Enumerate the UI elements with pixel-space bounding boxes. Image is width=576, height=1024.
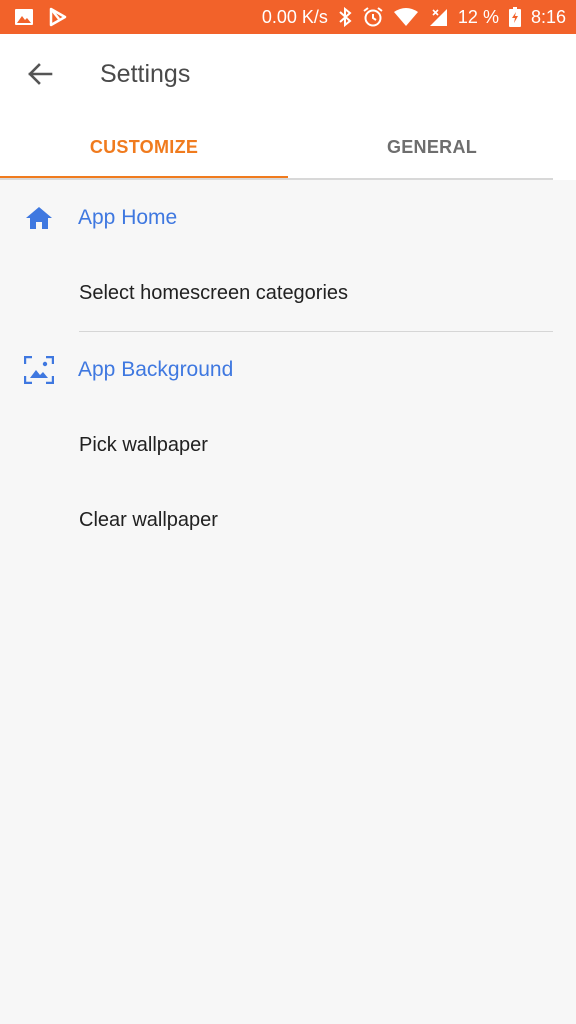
section-app-background: App Background: [0, 332, 576, 408]
arrow-left-icon: [27, 61, 53, 87]
clear-wallpaper[interactable]: Clear wallpaper: [0, 483, 576, 558]
home-icon: [0, 205, 78, 231]
section-title: App Home: [78, 206, 178, 229]
section-title: App Background: [78, 358, 234, 381]
pick-wallpaper[interactable]: Pick wallpaper: [0, 408, 576, 483]
signal-icon: [428, 7, 448, 27]
tab-bar: CUSTOMIZE GENERAL: [0, 114, 576, 180]
app-bar: Settings: [0, 34, 576, 114]
wallpaper-icon: [0, 356, 78, 384]
tab-general[interactable]: GENERAL: [288, 114, 576, 180]
tab-customize[interactable]: CUSTOMIZE: [0, 114, 288, 180]
settings-list: App Home Select homescreen categories Ap…: [0, 180, 576, 558]
bluetooth-icon: [338, 7, 352, 27]
battery-percent: 12 %: [457, 6, 499, 27]
image-icon: [14, 8, 34, 26]
alarm-icon: [362, 6, 384, 28]
net-speed: 0.00 K/s: [261, 6, 328, 27]
clock: 8:16: [530, 6, 566, 27]
battery-charging-icon: [508, 7, 521, 27]
select-homescreen-categories[interactable]: Select homescreen categories: [0, 256, 576, 331]
play-store-icon: [48, 7, 68, 27]
section-app-home: App Home: [0, 180, 576, 256]
page-title: Settings: [100, 59, 191, 88]
status-bar: 0.00 K/s 12 % 8:16: [0, 0, 576, 34]
back-button[interactable]: [20, 54, 60, 94]
wifi-icon: [393, 8, 418, 26]
